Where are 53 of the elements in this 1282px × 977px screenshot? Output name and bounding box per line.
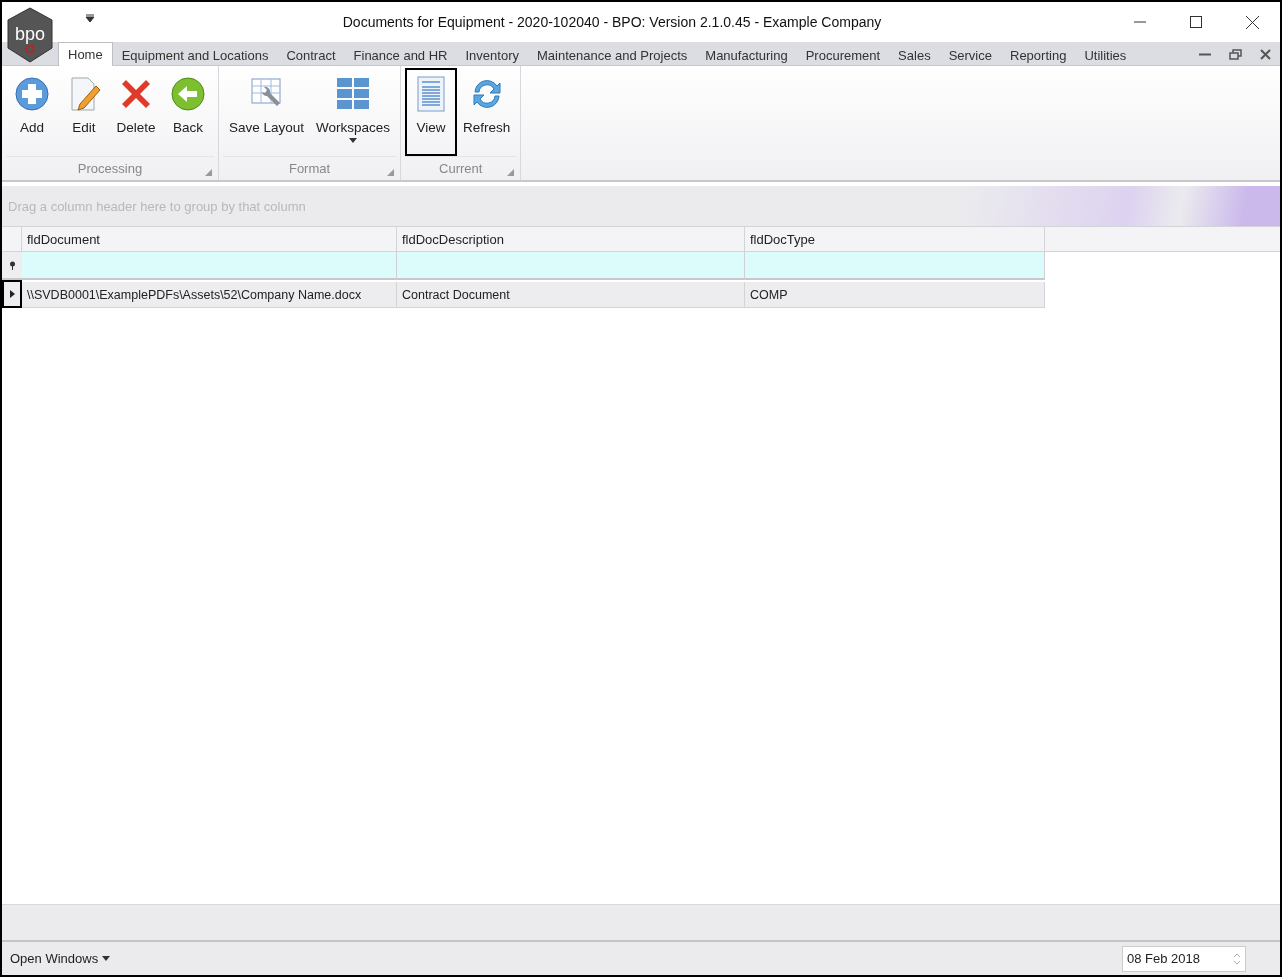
row-indicator[interactable] bbox=[2, 280, 22, 308]
filter-cell[interactable] bbox=[745, 252, 1045, 280]
maximize-icon bbox=[1190, 16, 1202, 28]
table-cell: Contract Document bbox=[397, 282, 745, 308]
grid-icon bbox=[335, 76, 372, 112]
ribbon-tab[interactable]: Reporting bbox=[1001, 44, 1076, 66]
ribbon-tab[interactable]: Sales bbox=[889, 44, 940, 66]
group-label: Format bbox=[223, 156, 397, 180]
date-field[interactable]: 08 Feb 2018 bbox=[1122, 945, 1246, 972]
open-windows-menu[interactable]: Open Windows bbox=[10, 951, 111, 966]
table-cell: \\SVDB0001\ExamplePDFs\Assets\52\Company Name.docx bbox=[22, 282, 397, 308]
close-icon bbox=[1259, 48, 1271, 60]
group-label: Processing bbox=[6, 156, 214, 180]
ribbon-tab[interactable]: Equipment and Locations bbox=[112, 44, 278, 66]
ribbon-tab[interactable]: Procurement bbox=[796, 44, 890, 66]
minimize-icon bbox=[1199, 52, 1211, 56]
dialog-launcher-icon[interactable] bbox=[387, 169, 395, 176]
close-icon bbox=[1245, 15, 1259, 29]
ribbon-button[interactable]: Add bbox=[6, 68, 58, 156]
ribbon-tab[interactable]: Manufacturing bbox=[696, 44, 797, 66]
ribbon-button[interactable]: Save Layout bbox=[223, 68, 311, 156]
group-label: Current bbox=[405, 156, 517, 180]
ribbon-button[interactable]: Back bbox=[162, 68, 214, 156]
triangle-icon bbox=[9, 290, 15, 298]
caret-icon bbox=[85, 13, 95, 23]
filter-cell[interactable] bbox=[22, 252, 397, 280]
column-header[interactable]: fldDocType bbox=[745, 226, 1045, 252]
quick-access-dropdown[interactable] bbox=[84, 12, 96, 24]
filter-cell[interactable] bbox=[397, 252, 745, 280]
ribbon-button[interactable]: Delete bbox=[110, 68, 162, 156]
pin-icon bbox=[8, 260, 16, 270]
ribbon-button[interactable]: Refresh bbox=[457, 68, 517, 156]
ribbon-button[interactable]: View bbox=[405, 68, 458, 156]
ribbon-tab[interactable]: Finance and HR bbox=[344, 44, 457, 66]
dialog-launcher-icon[interactable] bbox=[507, 169, 515, 176]
ribbon-tab[interactable]: Contract bbox=[277, 44, 345, 66]
ribbon-button[interactable]: Edit bbox=[58, 68, 110, 156]
ribbon-tab[interactable]: Home bbox=[58, 42, 113, 66]
caret-icon bbox=[102, 956, 111, 961]
ribbon-tab[interactable]: Utilities bbox=[1075, 44, 1136, 66]
ribbon-tab[interactable]: Maintenance and Projects bbox=[528, 44, 697, 66]
column-header[interactable]: fldDocDescription bbox=[397, 226, 745, 252]
restore-icon bbox=[1228, 48, 1242, 60]
minimize-icon bbox=[1134, 21, 1146, 23]
table-cell: COMP bbox=[745, 282, 1045, 308]
window-title: Documents for Equipment - 2020-102040 - BPO: Version 2.1.0.45 - Example Company bbox=[341, 14, 883, 30]
app-logo[interactable]: bpo bbox=[4, 6, 56, 64]
ribbon-button[interactable]: Workspaces bbox=[310, 68, 397, 156]
dialog-launcher-icon[interactable] bbox=[205, 169, 212, 176]
column-header[interactable]: fldDocument bbox=[22, 226, 397, 252]
ribbon-tab[interactable]: Inventory bbox=[456, 44, 528, 66]
ribbon-tab[interactable]: Service bbox=[939, 44, 1001, 66]
plus-icon bbox=[14, 76, 50, 112]
